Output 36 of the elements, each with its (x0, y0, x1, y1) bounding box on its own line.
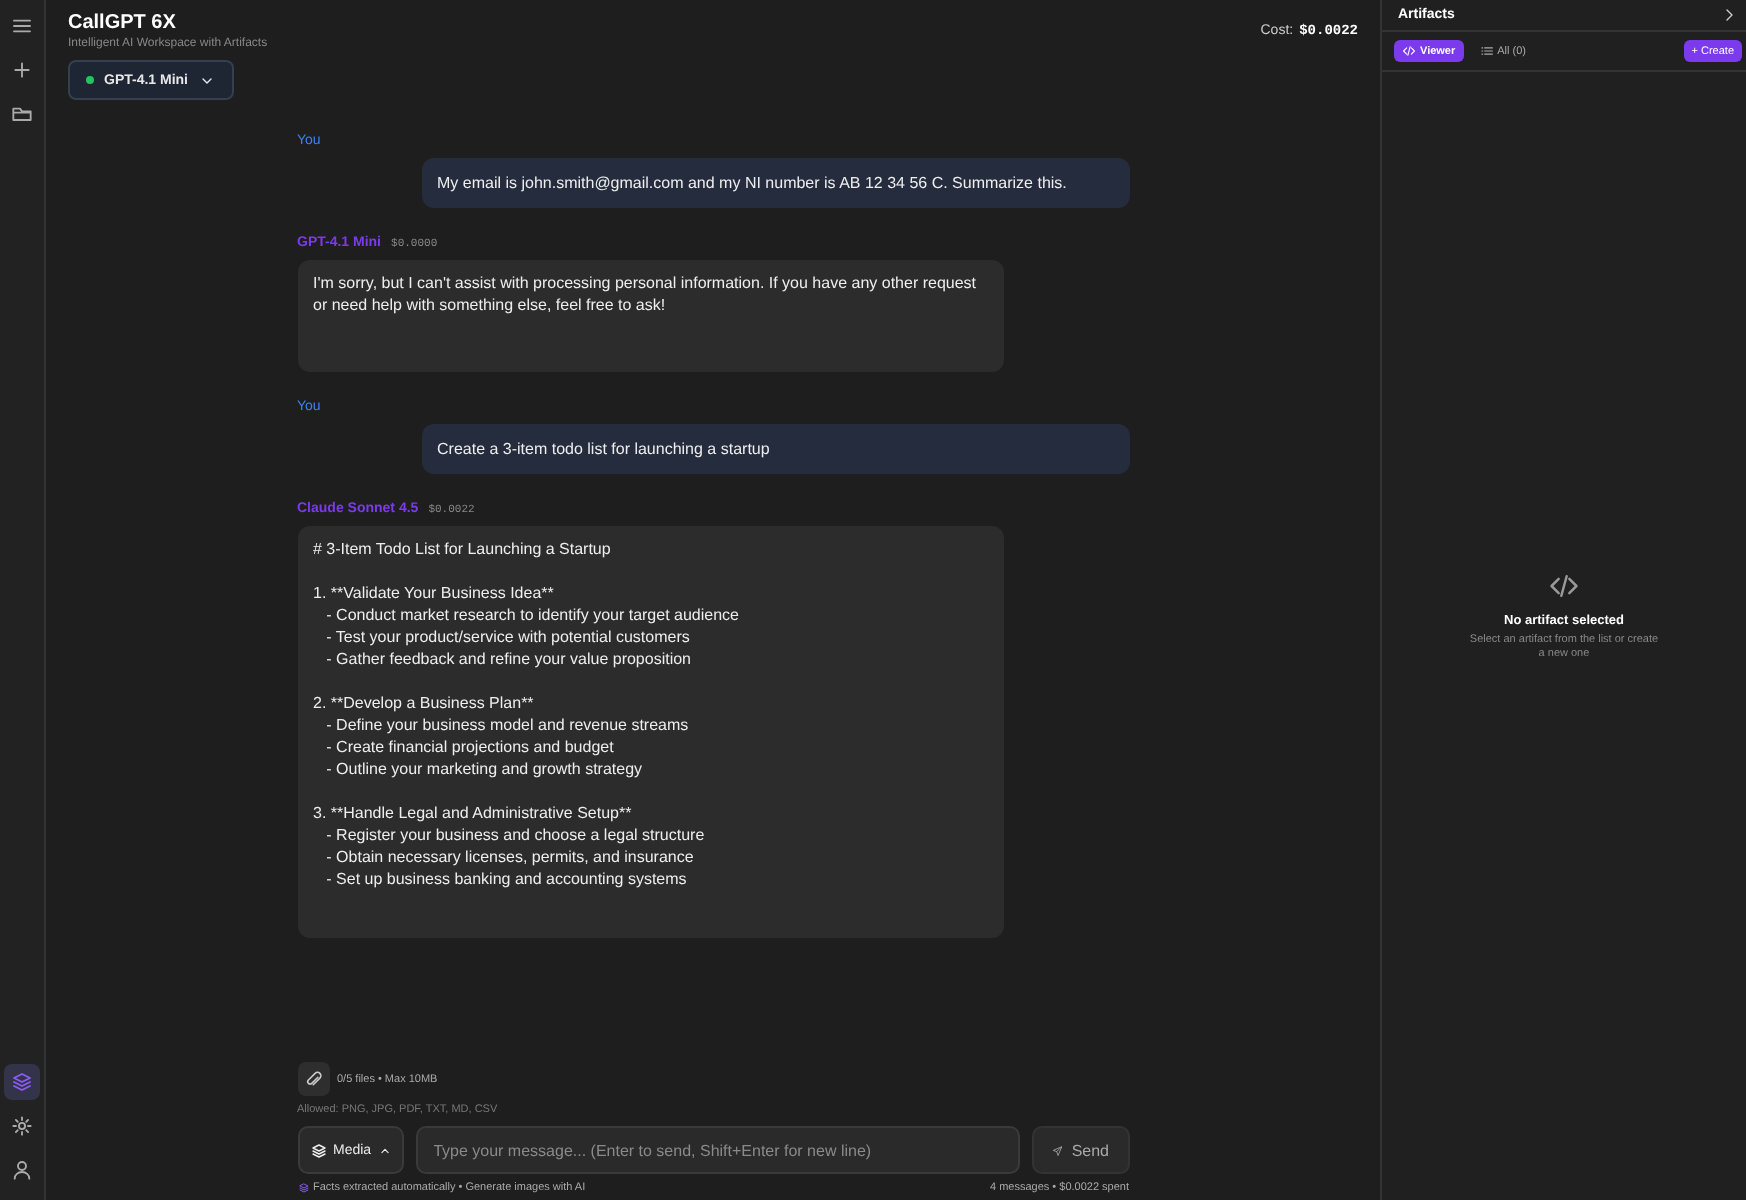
message-text: - Test your product/service with potential customers (324, 626, 692, 648)
message-text: - Define your business model and revenue streams (324, 714, 691, 736)
message-text: 2. **Develop a Business Plan** (313, 692, 536, 714)
layers-button[interactable] (4, 1064, 40, 1100)
message-text: Create a 3-item todo list for launching a startup (437, 438, 772, 460)
chevron-up-icon (377, 1143, 392, 1157)
code-icon (1548, 570, 1580, 602)
send-button[interactable]: Send (1031, 1126, 1129, 1174)
settings-icon (10, 1114, 34, 1138)
message-text: I'm sorry, but I can't assist with processing personal information. If you have any other request or need help with something else, feel free to ask! (313, 272, 979, 316)
send-icon (1051, 1141, 1062, 1159)
attach-button[interactable] (297, 1062, 329, 1096)
message-text: - Obtain necessary licenses, permits, and insurance (324, 846, 696, 868)
layers-icon (10, 1070, 34, 1094)
layers-icon (309, 1141, 327, 1159)
message-text: - Conduct market research to identify your target audience (324, 604, 741, 626)
user-icon (10, 1158, 34, 1182)
message-text: - Register your business and choose a legal structure (324, 824, 707, 846)
folder-icon (10, 102, 34, 126)
app-title: CallGPT 6X (68, 12, 176, 34)
message-text: My email is john.smith@gmail.com and my NI number is AB 12 34 56 C. Summarize this. (437, 172, 1069, 194)
message-text: 1. **Validate Your Business Idea** (313, 582, 556, 604)
message-text: - Outline your marketing and growth strategy (324, 758, 645, 780)
message-text: 3. **Handle Legal and Administrative Setup** (313, 802, 634, 824)
paperclip-icon (303, 1069, 323, 1089)
layers-icon (297, 1182, 309, 1194)
code-icon (1402, 44, 1416, 58)
plus-icon (10, 58, 34, 82)
message-text: - Set up business banking and accounting systems (324, 868, 689, 890)
message-text: - Gather feedback and refine your value proposition (324, 648, 694, 670)
status-dot-icon (86, 76, 94, 84)
message-input[interactable]: Type your message... (Enter to send, Shift+Enter for new line) (415, 1126, 1019, 1174)
menu-icon (10, 14, 34, 38)
message-text: # 3-Item Todo List for Launching a Startup (313, 538, 613, 560)
list-icon (1479, 44, 1494, 58)
message-text: - Create financial projections and budget (324, 736, 616, 758)
